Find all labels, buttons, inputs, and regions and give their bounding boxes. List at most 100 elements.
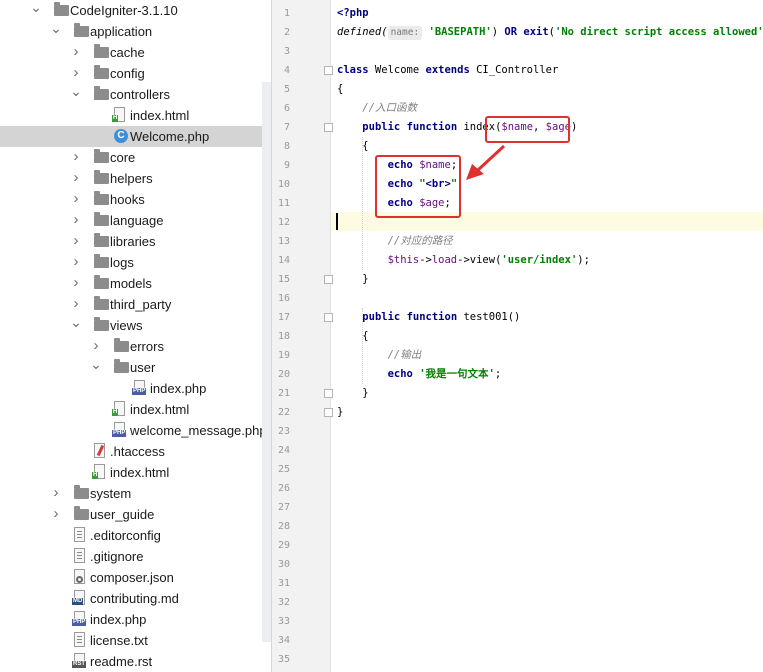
code-line[interactable]: } bbox=[337, 384, 368, 403]
code-line[interactable]: //对应的路径 bbox=[337, 232, 453, 251]
tree-item-codeigniter-3-1-10[interactable]: ⌄ CodeIgniter-3.1.10 bbox=[0, 0, 262, 21]
tree-item-views[interactable]: ⌄ views bbox=[0, 315, 262, 336]
project-tree[interactable]: ⌄ CodeIgniter-3.1.10 ⌄ application › cache › co… bbox=[0, 0, 262, 672]
tree-item-core[interactable]: › core bbox=[0, 147, 262, 168]
rst-file-icon: RST bbox=[72, 653, 86, 668]
line-number: 33 bbox=[277, 616, 290, 627]
line-number: 35 bbox=[277, 654, 290, 665]
project-tree-scrollbar[interactable] bbox=[262, 82, 271, 642]
tree-item-user-guide[interactable]: › user_guide bbox=[0, 504, 262, 525]
tree-item-editorconfig[interactable]: .editorconfig bbox=[0, 525, 262, 546]
chevron-down-icon[interactable]: ⌄ bbox=[70, 84, 82, 105]
line-number: 26 bbox=[277, 483, 290, 494]
tree-item-index-html[interactable]: Hindex.html bbox=[0, 399, 262, 420]
tree-item-models[interactable]: › models bbox=[0, 273, 262, 294]
php-file-icon: PHP bbox=[112, 422, 127, 437]
chevron-right-icon[interactable]: › bbox=[70, 210, 82, 231]
tree-item-label: user bbox=[130, 360, 156, 375]
code-line[interactable]: { bbox=[337, 137, 368, 156]
tree-item-application[interactable]: ⌄ application bbox=[0, 21, 262, 42]
line-number-gutter: 1 2 3 4 5 6 7 8 9 10 11 12 13 14 15 16 17 18 19 20 21 22 23 24 2… bbox=[272, 0, 333, 672]
tree-item-controllers[interactable]: ⌄ controllers bbox=[0, 84, 262, 105]
tree-item-errors[interactable]: › errors bbox=[0, 336, 262, 357]
chevron-right-icon[interactable]: › bbox=[90, 336, 102, 357]
folder-icon bbox=[74, 485, 89, 499]
html-file-icon: H bbox=[92, 464, 105, 479]
chevron-down-icon[interactable]: ⌄ bbox=[90, 357, 102, 378]
code-line[interactable]: } bbox=[337, 270, 368, 289]
tree-item-label: index.php bbox=[90, 612, 147, 627]
line-number: 11 bbox=[277, 198, 290, 209]
chevron-right-icon[interactable]: › bbox=[70, 273, 82, 294]
chevron-right-icon[interactable]: › bbox=[70, 231, 82, 252]
folder-icon bbox=[94, 170, 109, 184]
chevron-right-icon[interactable]: › bbox=[70, 294, 82, 315]
folder-icon bbox=[94, 86, 109, 100]
tree-item-label: helpers bbox=[110, 171, 153, 186]
code-line[interactable]: { bbox=[337, 80, 343, 99]
tree-item-language[interactable]: › language bbox=[0, 210, 262, 231]
tree-item-label: composer.json bbox=[90, 570, 174, 585]
tree-item-system[interactable]: › system bbox=[0, 483, 262, 504]
tree-item-label: index.html bbox=[130, 402, 190, 417]
line-number: 9 bbox=[283, 160, 290, 171]
tree-item-third-party[interactable]: › third_party bbox=[0, 294, 262, 315]
tree-item-user[interactable]: ⌄ user bbox=[0, 357, 262, 378]
tree-item-welcome-message-php[interactable]: PHP welcome_message.php bbox=[0, 420, 262, 441]
tree-item-index-php[interactable]: PHP index.php bbox=[0, 609, 262, 630]
chevron-right-icon[interactable]: › bbox=[50, 483, 62, 504]
tree-item-label: contributing.md bbox=[90, 591, 179, 606]
chevron-right-icon[interactable]: › bbox=[50, 504, 62, 525]
chevron-right-icon[interactable]: › bbox=[70, 147, 82, 168]
line-number: 23 bbox=[277, 426, 290, 437]
tree-item-license-txt[interactable]: license.txt bbox=[0, 630, 262, 651]
code-line[interactable]: //入口函数 bbox=[337, 99, 417, 118]
line-number: 15 bbox=[277, 274, 290, 285]
tree-item-composer-json[interactable]: composer.json bbox=[0, 567, 262, 588]
html-file-icon: H bbox=[112, 107, 125, 122]
code-line[interactable]: <?php bbox=[337, 4, 369, 23]
code-area[interactable]: <?php defined(name: 'BASEPATH') OR exit('… bbox=[331, 0, 763, 672]
tree-item-gitignore[interactable]: .gitignore bbox=[0, 546, 262, 567]
code-line[interactable]: defined(name: 'BASEPATH') OR exit('No di… bbox=[337, 23, 763, 42]
echo-highlight-box bbox=[375, 155, 461, 218]
code-line[interactable]: public function test001() bbox=[337, 308, 520, 327]
folder-icon bbox=[94, 44, 109, 58]
tree-item-readme-rst[interactable]: RST readme.rst bbox=[0, 651, 262, 672]
tree-item-welcome-php[interactable]: C Welcome.php bbox=[0, 126, 262, 147]
tree-item-label: hooks bbox=[110, 192, 145, 207]
tree-item-label: welcome_message.php bbox=[130, 423, 262, 438]
tree-item-config[interactable]: › config bbox=[0, 63, 262, 84]
tree-item-index-html[interactable]: Hindex.html bbox=[0, 105, 262, 126]
folder-icon bbox=[94, 149, 109, 163]
tree-item-contributing-md[interactable]: MD contributing.md bbox=[0, 588, 262, 609]
tree-item-libraries[interactable]: › libraries bbox=[0, 231, 262, 252]
code-editor[interactable]: 1 2 3 4 5 6 7 8 9 10 11 12 13 14 15 16 17 18 19 20 21 22 23 24 2… bbox=[272, 0, 763, 672]
tree-item-label: user_guide bbox=[90, 507, 155, 522]
code-line[interactable]: } bbox=[337, 403, 343, 422]
chevron-down-icon[interactable]: ⌄ bbox=[30, 0, 42, 21]
code-line[interactable]: echo '我是一句文本'; bbox=[337, 365, 502, 384]
chevron-right-icon[interactable]: › bbox=[70, 42, 82, 63]
tree-item-index-php[interactable]: PHP index.php bbox=[0, 378, 262, 399]
chevron-right-icon[interactable]: › bbox=[70, 63, 82, 84]
line-number: 21 bbox=[277, 388, 290, 399]
code-line[interactable]: class Welcome extends CI_Controller bbox=[337, 61, 558, 80]
tree-item-label: CodeIgniter-3.1.10 bbox=[70, 3, 178, 18]
tree-item-cache[interactable]: › cache bbox=[0, 42, 262, 63]
folder-icon bbox=[74, 23, 89, 37]
code-line[interactable]: $this->load->view('user/index'); bbox=[337, 251, 590, 270]
tree-item-logs[interactable]: › logs bbox=[0, 252, 262, 273]
tree-item-index-html[interactable]: Hindex.html bbox=[0, 462, 262, 483]
chevron-right-icon[interactable]: › bbox=[70, 168, 82, 189]
tree-item-helpers[interactable]: › helpers bbox=[0, 168, 262, 189]
chevron-down-icon[interactable]: ⌄ bbox=[50, 21, 62, 42]
chevron-right-icon[interactable]: › bbox=[70, 189, 82, 210]
chevron-right-icon[interactable]: › bbox=[70, 252, 82, 273]
code-line[interactable]: //输出 bbox=[337, 346, 422, 365]
tree-item-hooks[interactable]: › hooks bbox=[0, 189, 262, 210]
tree-item-htaccess[interactable]: .htaccess bbox=[0, 441, 262, 462]
chevron-down-icon[interactable]: ⌄ bbox=[70, 315, 82, 336]
code-line[interactable]: { bbox=[337, 327, 368, 346]
line-number: 20 bbox=[277, 369, 290, 380]
